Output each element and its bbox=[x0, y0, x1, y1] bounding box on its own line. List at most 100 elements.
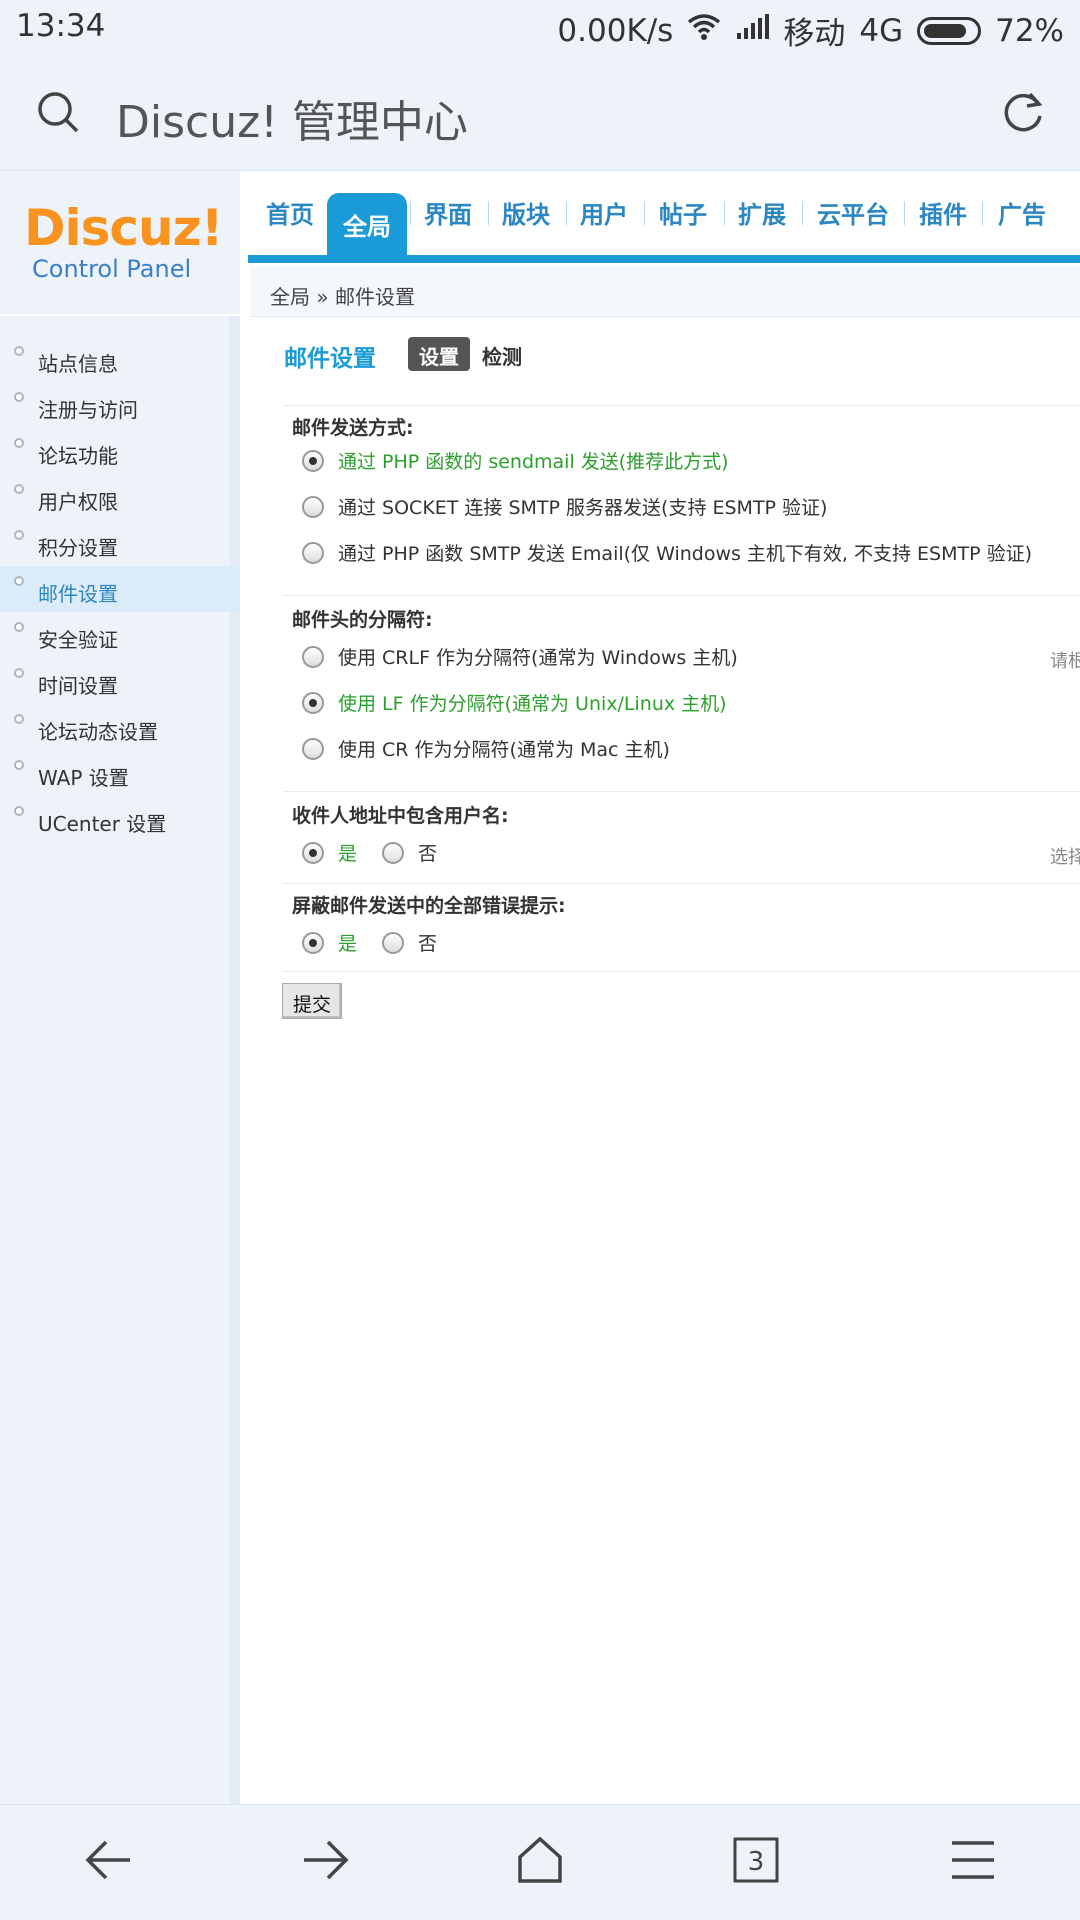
sidebar-item-site-info[interactable]: 站点信息 bbox=[0, 336, 240, 382]
radio-option-lf[interactable]: 使用 LF 作为分隔符(通常为 Unix/Linux 主机) bbox=[302, 689, 727, 716]
status-bar: 13:34 0.00K/s 移动 4G 72% bbox=[0, 0, 1080, 56]
network-speed: 0.00K/s bbox=[557, 12, 674, 49]
sidebar-item-credits[interactable]: 积分设置 bbox=[0, 520, 240, 566]
divider bbox=[284, 883, 1080, 884]
option-label: 使用 CR 作为分隔符(通常为 Mac 主机) bbox=[338, 739, 670, 761]
back-icon[interactable] bbox=[84, 1835, 134, 1889]
nav-separator bbox=[488, 201, 489, 225]
hint-text: 请根 bbox=[1050, 651, 1080, 672]
option-label: 是 bbox=[338, 843, 358, 865]
tab-check[interactable]: 检测 bbox=[482, 341, 522, 370]
browser-toolbar: Discuz! 管理中心 bbox=[0, 56, 1080, 171]
sidebar-item-security[interactable]: 安全验证 bbox=[0, 612, 240, 658]
refresh-icon[interactable] bbox=[1000, 90, 1046, 140]
radio-checked-icon[interactable] bbox=[302, 931, 324, 954]
radio-option-sendmail[interactable]: 通过 PHP 函数的 sendmail 发送(推荐此方式) bbox=[302, 447, 729, 474]
tab-plugins[interactable]: 插件 bbox=[919, 195, 967, 230]
tab-ads[interactable]: 广告 bbox=[998, 195, 1046, 230]
sidebar-item-label: 积分设置 bbox=[38, 536, 118, 560]
radio-icon[interactable] bbox=[302, 495, 324, 518]
forward-icon[interactable] bbox=[300, 1835, 350, 1889]
wifi-icon bbox=[687, 13, 721, 49]
sidebar-item-label: WAP 设置 bbox=[38, 766, 129, 790]
radio-checked-icon[interactable] bbox=[302, 449, 324, 472]
radio-icon[interactable] bbox=[302, 541, 324, 564]
nav-separator bbox=[802, 201, 803, 225]
nav-separator bbox=[982, 201, 983, 225]
sidebar-item-label: 注册与访问 bbox=[38, 398, 138, 422]
sidebar-item-mail[interactable]: 邮件设置 bbox=[0, 566, 240, 612]
tab-interface[interactable]: 界面 bbox=[424, 195, 472, 230]
radio-icon[interactable] bbox=[302, 737, 324, 760]
sidebar-item-forum-feed[interactable]: 论坛动态设置 bbox=[0, 704, 240, 750]
option-label: 通过 PHP 函数的 sendmail 发送(推荐此方式) bbox=[338, 451, 729, 473]
tab-global[interactable]: 全局 bbox=[327, 193, 407, 257]
radio-icon[interactable] bbox=[382, 931, 404, 954]
tab-forums[interactable]: 版块 bbox=[502, 195, 550, 230]
radio-option-php-smtp[interactable]: 通过 PHP 函数 SMTP 发送 Email(仅 Windows 主机下有效,… bbox=[302, 539, 1032, 566]
section-title-suppress-errors: 屏蔽邮件发送中的全部错误提示: bbox=[292, 895, 566, 917]
tab-cloud[interactable]: 云平台 bbox=[817, 195, 889, 230]
section-title-include-username: 收件人地址中包含用户名: bbox=[292, 805, 509, 827]
radio-option-suppress-yes[interactable]: 是 bbox=[302, 929, 357, 956]
tab-extend[interactable]: 扩展 bbox=[738, 195, 786, 230]
radio-option-username-no[interactable]: 否 bbox=[382, 839, 437, 866]
hint-text: 选择 bbox=[1050, 847, 1080, 868]
tab-global-label: 全局 bbox=[343, 213, 391, 241]
nav-separator bbox=[566, 201, 567, 225]
sidebar-item-label: 用户权限 bbox=[38, 490, 118, 514]
status-right: 0.00K/s 移动 4G 72% bbox=[557, 8, 1064, 53]
radio-icon[interactable] bbox=[302, 645, 324, 668]
status-time: 13:34 bbox=[16, 8, 106, 44]
section-title-send-method: 邮件发送方式: bbox=[292, 417, 414, 439]
radio-option-cr[interactable]: 使用 CR 作为分隔符(通常为 Mac 主机) bbox=[302, 735, 670, 762]
option-label: 否 bbox=[418, 843, 438, 865]
logo[interactable]: Discuz! Control Panel bbox=[0, 171, 240, 314]
bullet-icon bbox=[14, 760, 24, 770]
bullet-icon bbox=[14, 668, 24, 678]
radio-option-username-yes[interactable]: 是 bbox=[302, 839, 357, 866]
option-label: 使用 CRLF 作为分隔符(通常为 Windows 主机) bbox=[338, 647, 738, 669]
search-icon[interactable] bbox=[36, 90, 80, 138]
radio-option-suppress-no[interactable]: 否 bbox=[382, 929, 437, 956]
tab-settings[interactable]: 设置 bbox=[408, 337, 470, 371]
page-title[interactable]: Discuz! 管理中心 bbox=[116, 86, 468, 150]
nav-underline bbox=[248, 255, 1080, 263]
option-label: 通过 SOCKET 连接 SMTP 服务器发送(支持 ESMTP 验证) bbox=[338, 497, 828, 519]
bullet-icon bbox=[14, 392, 24, 402]
bullet-icon bbox=[14, 806, 24, 816]
breadcrumb: 全局 » 邮件设置 bbox=[250, 267, 1080, 317]
sidebar-item-register[interactable]: 注册与访问 bbox=[0, 382, 240, 428]
nav-separator bbox=[904, 201, 905, 225]
tab-posts[interactable]: 帖子 bbox=[659, 195, 707, 230]
web-page: Discuz! Control Panel 全局 首页 界面 版块 用户 帖子 … bbox=[0, 171, 1080, 1804]
bullet-icon bbox=[14, 484, 24, 494]
bottom-navigation: 3 bbox=[0, 1804, 1080, 1920]
tab-home[interactable]: 首页 bbox=[266, 195, 314, 230]
nav-separator bbox=[644, 201, 645, 225]
sidebar-item-wap[interactable]: WAP 设置 bbox=[0, 750, 240, 796]
radio-checked-icon[interactable] bbox=[302, 841, 324, 864]
tab-users[interactable]: 用户 bbox=[580, 195, 628, 230]
tabs-icon[interactable]: 3 bbox=[732, 1835, 780, 1889]
divider bbox=[284, 791, 1080, 792]
battery-percent: 72% bbox=[995, 12, 1064, 49]
section-title-separator: 邮件头的分隔符: bbox=[292, 609, 433, 631]
bullet-icon bbox=[14, 622, 24, 632]
sidebar-menu: 站点信息 注册与访问 论坛功能 用户权限 积分设置 邮件设置 安全验证 时间设置… bbox=[0, 336, 240, 842]
sidebar-item-ucenter[interactable]: UCenter 设置 bbox=[0, 796, 240, 842]
sidebar-item-forum-features[interactable]: 论坛功能 bbox=[0, 428, 240, 474]
radio-checked-icon[interactable] bbox=[302, 691, 324, 714]
sidebar-item-user-permissions[interactable]: 用户权限 bbox=[0, 474, 240, 520]
logo-brand: Discuz! bbox=[24, 199, 224, 257]
radio-option-socket-smtp[interactable]: 通过 SOCKET 连接 SMTP 服务器发送(支持 ESMTP 验证) bbox=[302, 493, 827, 520]
sidebar-item-label: 安全验证 bbox=[38, 628, 118, 652]
signal-icon bbox=[735, 13, 770, 49]
option-label: 使用 LF 作为分隔符(通常为 Unix/Linux 主机) bbox=[338, 693, 727, 715]
home-icon[interactable] bbox=[516, 1835, 564, 1889]
menu-icon[interactable] bbox=[950, 1835, 996, 1889]
sidebar-item-time[interactable]: 时间设置 bbox=[0, 658, 240, 704]
radio-icon[interactable] bbox=[382, 841, 404, 864]
radio-option-crlf[interactable]: 使用 CRLF 作为分隔符(通常为 Windows 主机) bbox=[302, 643, 738, 670]
submit-button[interactable]: 提交 bbox=[282, 983, 342, 1019]
